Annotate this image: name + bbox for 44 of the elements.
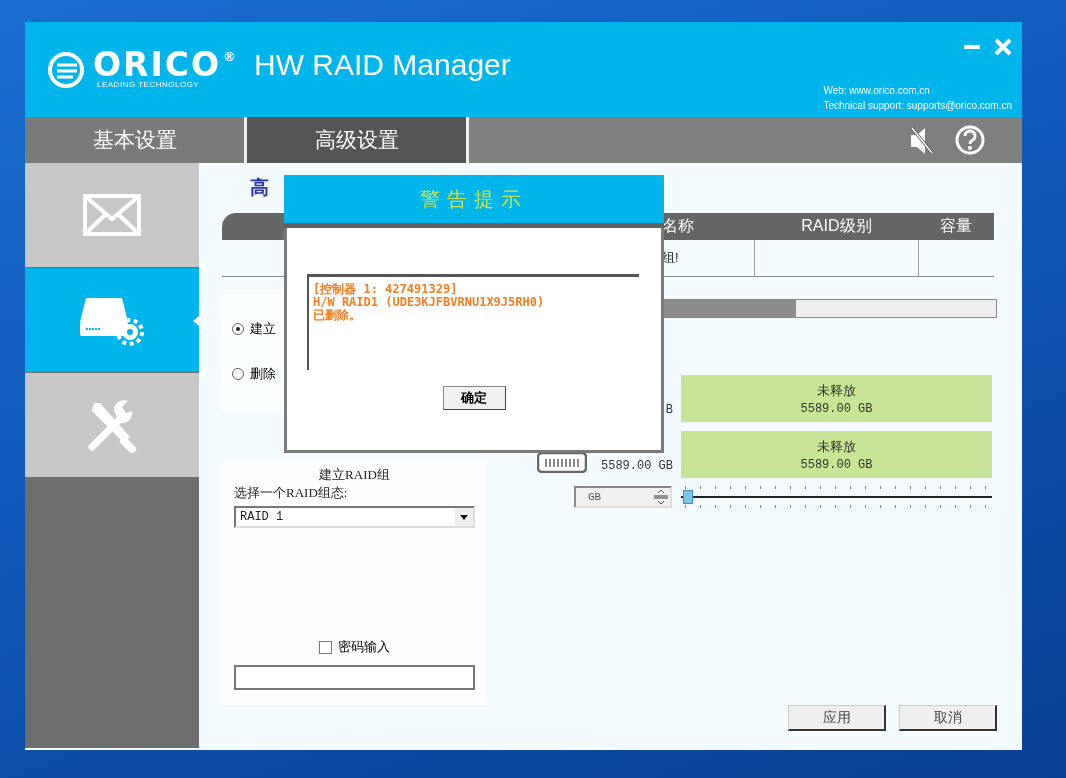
spinner-arrows-icon[interactable]: [652, 488, 670, 506]
help-icon[interactable]: [954, 124, 986, 156]
block-status: 未释放: [817, 381, 856, 400]
window-title: HW RAID Manager: [254, 47, 511, 82]
website-text: Web: www.orico.com.cn: [823, 84, 930, 98]
registered-mark: ®: [223, 50, 238, 64]
dialog-title: 警告提示: [284, 175, 664, 228]
apply-button[interactable]: 应用: [788, 705, 886, 731]
block-size: 5589.00 GB: [800, 401, 873, 416]
brand-name: ORICO: [93, 50, 221, 80]
tab[interactable]: 基本设置: [25, 117, 247, 163]
close-icon[interactable]: [994, 38, 1012, 56]
sidebar-item[interactable]: [25, 268, 199, 372]
section-title: 建立RAID组: [319, 466, 390, 484]
disk-capacity: 5589.00 GB: [600, 459, 673, 473]
column-header: 容量: [918, 213, 994, 240]
raid-mode-dropdown[interactable]: RAID 1: [234, 506, 475, 528]
warning-message: [控制器 1: 427491329] H/W RAID1 (UDE3KJFBVRNU1X9J5RH0) 已删除。: [307, 274, 639, 370]
radio-option[interactable]: 删除: [232, 365, 276, 383]
unit-spinner[interactable]: GB: [574, 486, 672, 508]
column-header: RAID级别: [754, 213, 919, 240]
panel-heading: 高: [250, 176, 269, 200]
password-checkbox[interactable]: 密码输入: [319, 638, 390, 656]
envelope-icon: [82, 193, 142, 237]
field-label: 选择一个RAID组态:: [234, 484, 349, 502]
disk-capacity: B: [664, 403, 673, 417]
mute-icon[interactable]: [908, 125, 934, 155]
radio-option[interactable]: 建立: [232, 320, 276, 338]
option-label: 建立: [250, 320, 276, 338]
block-size: 5589.00 GB: [800, 457, 873, 472]
cancel-button[interactable]: 取消: [899, 705, 997, 731]
ok-button[interactable]: 确定: [442, 386, 506, 410]
brand-tagline: LEADING TECHNOLOGY: [97, 80, 200, 89]
checkbox-label: 密码输入: [338, 638, 390, 656]
checkbox[interactable]: [319, 640, 332, 654]
block-status: 未释放: [817, 437, 856, 456]
radio-button[interactable]: [232, 368, 244, 380]
slider-thumb[interactable]: [683, 490, 693, 504]
option-label: 删除: [250, 365, 276, 383]
password-field[interactable]: [234, 665, 475, 690]
support-text: Technical support: supports@orico.com.cn: [823, 99, 1012, 113]
logo-icon: [47, 50, 85, 89]
tab[interactable]: 高级设置: [247, 117, 469, 163]
radio-button[interactable]: [232, 323, 244, 335]
